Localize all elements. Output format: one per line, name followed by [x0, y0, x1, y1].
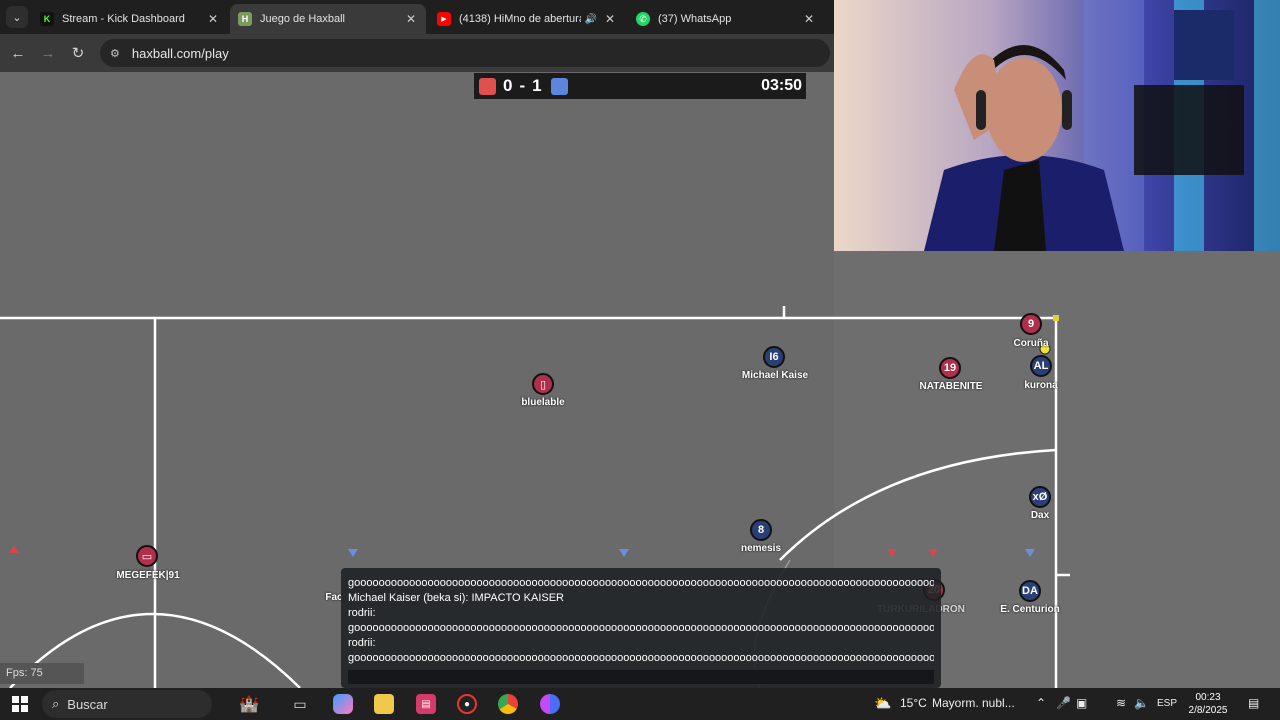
score-separator: - [519, 76, 526, 95]
haxball-icon: H [238, 12, 252, 26]
url-field[interactable]: ⚙ haxball.com/play [100, 39, 830, 67]
tab-title: Juego de Haxball [260, 13, 346, 25]
kick-icon: K [40, 12, 54, 26]
tab-haxball[interactable]: H Juego de Haxball ✕ [230, 4, 426, 34]
chrome-profile-icon[interactable] [540, 694, 560, 714]
player-disc: 9 [1020, 313, 1042, 335]
player-name: nemesis [740, 543, 782, 554]
tab-youtube[interactable]: ▶ (4138) HiMno de abertura d 🔊 ✕ [429, 4, 625, 34]
search-label: Buscar [67, 696, 108, 712]
player-disc: DA [1019, 580, 1041, 602]
tab-title: (4138) HiMno de abertura d [459, 13, 581, 25]
obs-icon[interactable]: ● [457, 694, 477, 714]
windows-start-icon[interactable] [12, 696, 28, 712]
player-disc: xØ [1029, 486, 1051, 508]
weather-icon[interactable]: ⛅ [874, 695, 891, 712]
taskbar-search[interactable]: ⌕ Buscar [42, 690, 212, 718]
chat-line: gooooooooooooooooooooooooooooooooooooooo… [348, 652, 934, 664]
red-score: 0 [503, 76, 513, 95]
task-view-icon[interactable]: ▭ [290, 694, 310, 714]
match-timer: 03:50 [761, 77, 802, 94]
wifi-icon[interactable]: ≋ [1116, 696, 1126, 710]
app-red-icon[interactable]: ▤ [416, 694, 436, 714]
chat-line: Michael Kaiser (beka si): IMPACTO KAISER [348, 592, 564, 604]
chat-input[interactable] [348, 670, 934, 684]
widgets-castle-icon[interactable]: 🏰 [220, 694, 278, 714]
player-name: E. Centurion [1000, 604, 1060, 615]
address-bar: ← → ↻ ⚙ haxball.com/play [0, 34, 834, 72]
whatsapp-icon: ✆ [636, 12, 650, 26]
chat-line: gooooooooooooooooooooooooooooooooooooooo… [348, 622, 934, 634]
webcam-overlay [834, 0, 1280, 251]
player-name: kurona [1024, 380, 1058, 391]
speaker-icon[interactable]: 🔊 [585, 14, 597, 25]
red-team-square [479, 77, 496, 95]
player-disc: ▭ [136, 545, 158, 567]
arrow-right-icon[interactable]: → [38, 43, 58, 63]
scoreboard: 0 - 1 03:50 [474, 73, 806, 99]
screen: 9 Coruña I6 Michael Kaise 19 NATABENITE … [0, 0, 1280, 720]
notification-icon[interactable]: ▤ [1248, 696, 1259, 710]
site-info-icon[interactable]: ⚙ [110, 47, 120, 60]
volume-icon[interactable]: 🔈 [1134, 696, 1149, 710]
player-disc: 19 [939, 357, 961, 379]
close-icon[interactable]: ✕ [802, 12, 816, 26]
blue-team-square [550, 77, 568, 95]
player-name: MEGEFEK|91 [116, 570, 180, 581]
reload-icon[interactable]: ↻ [68, 43, 88, 63]
youtube-icon: ▶ [437, 12, 451, 26]
chat-line: rodrii: [348, 607, 376, 619]
tab-bar: ⌄ K Stream - Kick Dashboard ✕ H Juego de… [0, 0, 834, 34]
magnifier-icon: ⌕ [52, 696, 60, 711]
weather-temp[interactable]: 15°C [900, 696, 927, 710]
player-disc: I6 [763, 346, 785, 368]
chat-line: gooooooooooooooooooooooooooooooooooooooo… [348, 577, 934, 589]
webcam-feed [834, 0, 1280, 251]
player-disc: ▯ [532, 373, 554, 395]
player-name: Michael Kaise [741, 370, 809, 381]
close-icon[interactable]: ✕ [206, 12, 220, 26]
copilot-icon[interactable] [333, 694, 353, 714]
tab-whatsapp[interactable]: ✆ (37) WhatsApp ✕ [628, 4, 824, 34]
close-icon[interactable]: ✕ [404, 12, 418, 26]
language-indicator[interactable]: ESP [1157, 698, 1177, 709]
chat-panel: gooooooooooooooooooooooooooooooooooooooo… [341, 568, 941, 688]
taskbar: ⌕ Buscar 🏰 ▭ ▤ ● ⛅ 15°C Mayorm. nubl... … [0, 688, 1280, 720]
blue-score: 1 [532, 76, 542, 95]
chat-line: rodrii: [348, 637, 376, 649]
player-disc: AL [1030, 355, 1052, 377]
weather-text[interactable]: Mayorm. nubl... [932, 696, 1015, 710]
clock-time: 00:23 [1195, 692, 1221, 703]
system-clock[interactable]: 00:23 2/8/2025 [1180, 691, 1236, 717]
clock-date: 2/8/2025 [1188, 705, 1228, 716]
player-name: bluelable [521, 397, 565, 408]
player-name: Coruña [1013, 338, 1049, 349]
tab-kick-dashboard[interactable]: K Stream - Kick Dashboard ✕ [32, 4, 228, 34]
url-text: haxball.com/play [131, 45, 229, 61]
microphone-icon[interactable]: 🎤 [1056, 696, 1071, 710]
app-tray-icon[interactable]: ▣ [1076, 696, 1087, 710]
chevron-up-icon[interactable]: ⌃ [1036, 696, 1046, 710]
player-name: NATABENITE [919, 381, 983, 392]
chrome-icon[interactable] [498, 694, 518, 714]
tab-search-button[interactable]: ⌄ [6, 6, 28, 28]
close-icon[interactable]: ✕ [603, 12, 617, 26]
player-disc: 8 [750, 519, 772, 541]
player-name: Dax [1030, 510, 1050, 521]
arrow-left-icon[interactable]: ← [8, 43, 28, 63]
tab-title: (37) WhatsApp [658, 13, 732, 25]
fps-counter: Fps: 75 [0, 663, 84, 684]
file-explorer-icon[interactable] [374, 694, 394, 714]
tab-title: Stream - Kick Dashboard [62, 13, 185, 25]
